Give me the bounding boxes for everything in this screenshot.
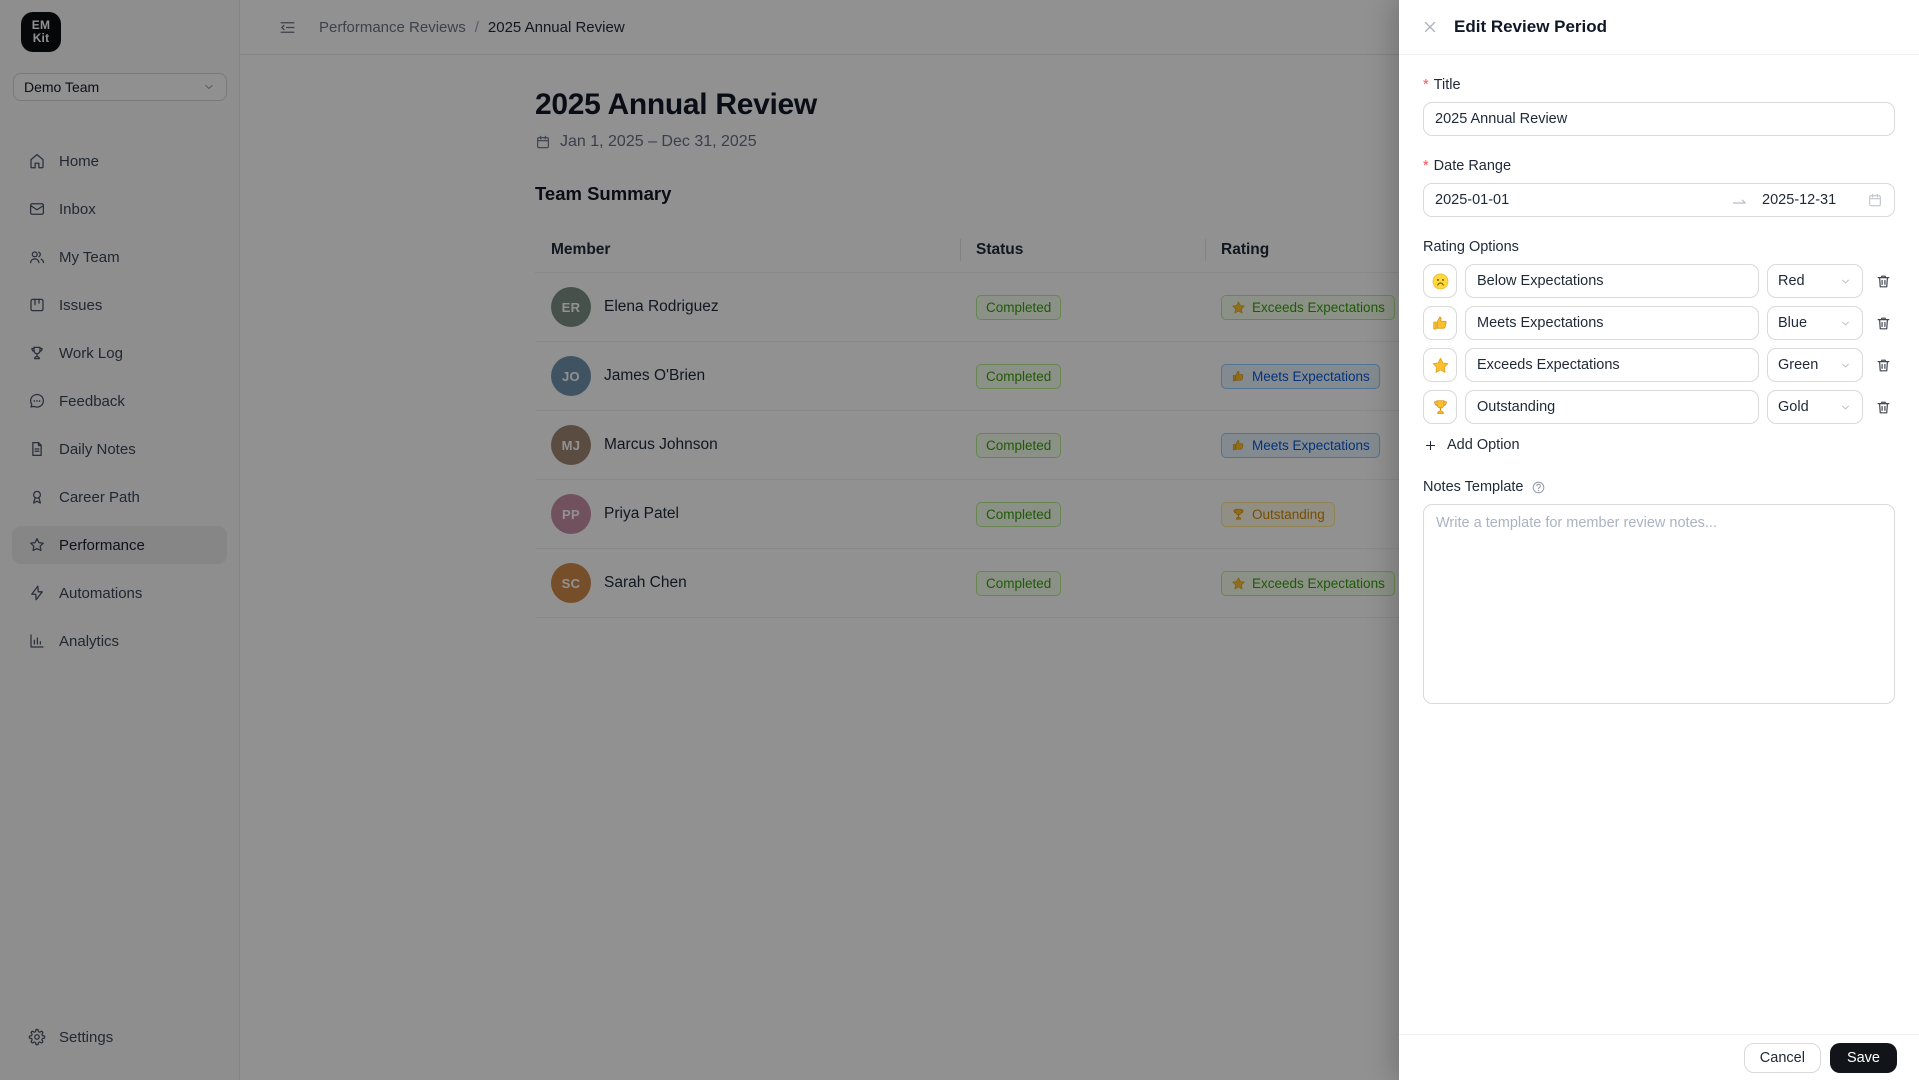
add-option-button[interactable]: Add Option — [1423, 437, 1520, 453]
rating-option-below-expectations: Red — [1423, 264, 1895, 298]
notes-template-label: Notes Template — [1423, 479, 1895, 495]
rating-color-value: Gold — [1778, 399, 1809, 415]
thumbs-up-icon — [1431, 314, 1450, 333]
cancel-button[interactable]: Cancel — [1743, 1042, 1821, 1073]
rating-emoji-button[interactable] — [1423, 264, 1457, 298]
rating-color-value: Blue — [1778, 315, 1808, 331]
rating-name-input[interactable] — [1465, 306, 1759, 340]
edit-review-period-drawer: Edit Review Period * Title * Date Range … — [1399, 0, 1919, 1080]
chevron-down-icon — [1839, 317, 1852, 330]
trash-icon — [1875, 357, 1892, 374]
required-mark: * — [1423, 77, 1429, 93]
rating-emoji-button[interactable] — [1423, 348, 1457, 382]
end-date-value[interactable]: 2025-12-31 — [1762, 192, 1867, 208]
close-drawer-button[interactable] — [1421, 18, 1439, 36]
drawer-title: Edit Review Period — [1454, 17, 1608, 36]
date-range-field-group: * Date Range 2025-01-01 2025-12-31 — [1423, 158, 1895, 217]
required-mark: * — [1423, 158, 1429, 174]
rating-options-list: Red Blue — [1423, 264, 1895, 424]
drawer-body: * Title * Date Range 2025-01-01 2025-12-… — [1399, 55, 1919, 1034]
delete-option-button[interactable] — [1871, 390, 1895, 424]
delete-option-button[interactable] — [1871, 264, 1895, 298]
trophy-icon — [1431, 398, 1450, 417]
start-date-value[interactable]: 2025-01-01 — [1435, 192, 1731, 208]
drawer-header: Edit Review Period — [1399, 0, 1919, 55]
date-range-picker[interactable]: 2025-01-01 2025-12-31 — [1423, 183, 1895, 217]
title-input[interactable] — [1423, 102, 1895, 136]
calendar-icon — [1867, 192, 1883, 208]
rating-option-exceeds-expectations: Green — [1423, 348, 1895, 382]
title-field-group: * Title — [1423, 77, 1895, 136]
chevron-down-icon — [1839, 359, 1852, 372]
question-circle-icon — [1531, 480, 1546, 495]
delete-option-button[interactable] — [1871, 306, 1895, 340]
notes-template-group: Notes Template — [1423, 479, 1895, 709]
rating-color-value: Red — [1778, 273, 1805, 289]
rating-color-select[interactable]: Red — [1767, 264, 1863, 298]
rating-color-select[interactable]: Blue — [1767, 306, 1863, 340]
worried-face-icon — [1431, 272, 1450, 291]
rating-options-label: Rating Options — [1423, 239, 1519, 255]
arrow-right-icon — [1731, 192, 1748, 209]
notes-template-textarea[interactable] — [1423, 504, 1895, 704]
drawer-footer: Cancel Save — [1399, 1034, 1919, 1080]
rating-color-select[interactable]: Gold — [1767, 390, 1863, 424]
delete-option-button[interactable] — [1871, 348, 1895, 382]
chevron-down-icon — [1839, 401, 1852, 414]
trash-icon — [1875, 273, 1892, 290]
chevron-down-icon — [1839, 275, 1852, 288]
trash-icon — [1875, 315, 1892, 332]
rating-options-group: Rating Options Red — [1423, 239, 1895, 453]
plus-icon — [1423, 438, 1438, 453]
rating-color-value: Green — [1778, 357, 1819, 373]
rating-option-outstanding: Gold — [1423, 390, 1895, 424]
trash-icon — [1875, 399, 1892, 416]
rating-color-select[interactable]: Green — [1767, 348, 1863, 382]
rating-emoji-button[interactable] — [1423, 390, 1457, 424]
title-field-label: * Title — [1423, 77, 1461, 93]
save-button[interactable]: Save — [1829, 1042, 1897, 1073]
date-range-field-label: * Date Range — [1423, 158, 1512, 174]
rating-name-input[interactable] — [1465, 390, 1759, 424]
rating-emoji-button[interactable] — [1423, 306, 1457, 340]
star-icon — [1431, 356, 1450, 375]
rating-name-input[interactable] — [1465, 264, 1759, 298]
rating-name-input[interactable] — [1465, 348, 1759, 382]
rating-option-meets-expectations: Blue — [1423, 306, 1895, 340]
